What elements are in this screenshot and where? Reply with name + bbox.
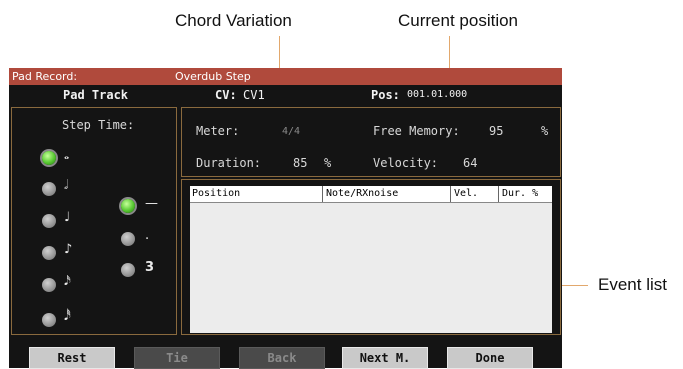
duration-value[interactable]: 85 [293,156,307,170]
step-time-label: Step Time: [62,118,135,132]
column-divider [450,186,451,202]
duration-label: Duration: [196,156,262,170]
modifier-normal-label: — [145,196,158,211]
modifier-triplet-radio[interactable] [121,263,135,277]
step-half-radio[interactable] [42,182,56,196]
step-whole-radio[interactable] [42,151,56,165]
pos-value: 001.01.000 [407,89,468,100]
modifier-triplet-label: 3 [145,260,155,275]
modifier-dotted-label: . [145,228,150,243]
free-memory-value: 95 [489,124,504,138]
current-position-callout: Current position [398,11,519,30]
column-duration: Dur. % [502,188,539,199]
velocity-value[interactable]: 64 [463,156,477,170]
meter-label: Meter: [196,124,240,138]
back-button[interactable]: Back [239,347,325,369]
step-quarter-radio[interactable] [42,214,56,228]
cv-value: CV1 [243,88,265,102]
column-divider [322,186,323,202]
half-note-icon: 𝅗𝅥 [64,178,69,193]
thirtysecond-note-icon: 𝅘𝅥𝅰 [64,309,71,324]
sixteenth-note-icon: 𝅘𝅥𝅯 [64,274,71,289]
page-title: Pad Record: [12,70,78,83]
step-eighth-radio[interactable] [42,246,56,260]
pad-record-screen: Pad Record: Overdub Step Pad Track CV: C… [9,68,562,369]
track-name: Pad Track [63,88,129,102]
quarter-note-icon: ♩ [64,210,71,225]
step-sixteenth-radio[interactable] [42,278,56,292]
rest-button[interactable]: Rest [29,347,115,369]
cv-label: CV: [215,88,237,102]
free-memory-label: Free Memory: [373,124,460,138]
velocity-label: Velocity: [373,156,439,170]
column-note: Note/RXnoise [326,188,399,199]
page-mode: Overdub Step [175,70,251,83]
step-thirtysecond-radio[interactable] [42,313,56,327]
modifier-normal-radio[interactable] [121,199,135,213]
event-list-table[interactable]: Position Note/RXnoise Vel. Dur. % [190,186,552,333]
duration-percent: % [324,156,332,170]
step-time-panel [11,107,177,335]
event-list-header: Position Note/RXnoise Vel. Dur. % [190,186,552,203]
chord-variation-callout: Chord Variation [175,11,292,30]
next-measure-button[interactable]: Next M. [342,347,428,369]
column-divider [498,186,499,202]
tie-button[interactable]: Tie [134,347,220,369]
event-list-callout: Event list [598,275,667,294]
column-position: Position [192,188,241,199]
column-velocity: Vel. [454,188,479,199]
modifier-dotted-radio[interactable] [121,232,135,246]
done-button[interactable]: Done [447,347,533,369]
button-bar: Rest Tie Back Next M. Done [9,344,562,369]
whole-note-icon: 𝅝 [64,148,70,163]
status-bar: Pad Track CV: CV1 Pos: 001.01.000 [9,85,562,105]
title-bar: Pad Record: Overdub Step [9,68,562,85]
meter-value[interactable]: 4/4 [282,126,300,137]
free-memory-percent: % [541,124,549,138]
eighth-note-icon: ♪ [64,242,73,257]
pos-label: Pos: [371,88,400,102]
